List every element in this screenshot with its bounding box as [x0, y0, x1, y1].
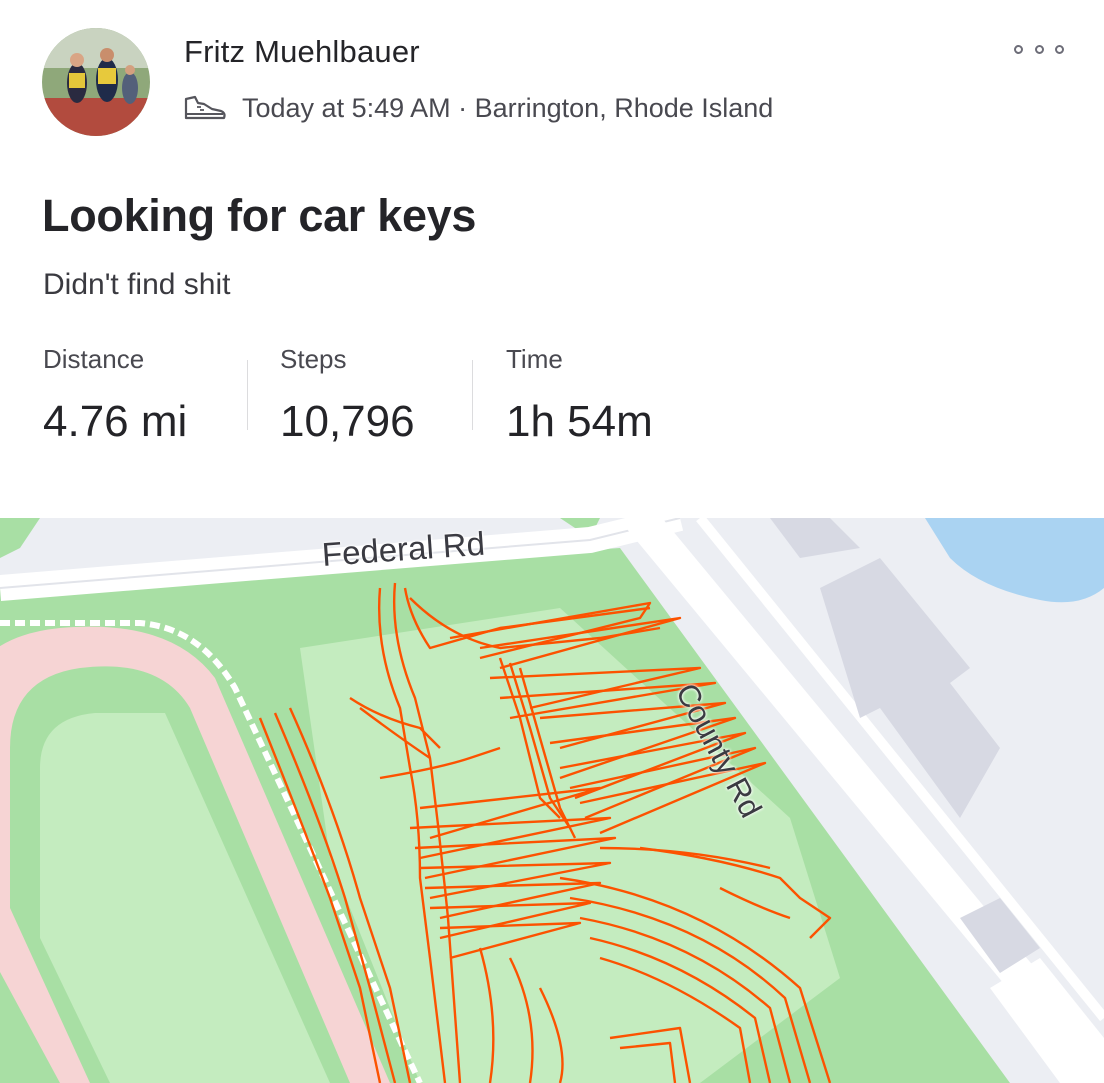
more-dot — [1014, 44, 1023, 54]
activity-map[interactable] — [0, 518, 1104, 1083]
stat-label: Steps — [280, 344, 347, 374]
stat-divider — [472, 360, 473, 430]
more-dot — [1055, 44, 1064, 54]
athlete-name[interactable]: Fritz Muehlbauer — [184, 34, 420, 70]
stat-divider — [247, 360, 248, 430]
more-dot — [1034, 44, 1044, 54]
activity-time-location: Today at 5:49 AM · Barrington, Rhode Isl… — [242, 92, 774, 123]
avatar[interactable] — [42, 28, 150, 136]
stat-label: Time — [506, 344, 563, 374]
more-options-icon[interactable] — [1014, 38, 1064, 60]
activity-description: Didn't find shit — [43, 268, 231, 301]
stat-time: Time 1h 54m — [506, 344, 653, 447]
stat-value: 1h 54m — [506, 397, 653, 446]
stat-value: 10,796 — [280, 397, 415, 446]
shoe-icon — [182, 93, 228, 123]
activity-title[interactable]: Looking for car keys — [42, 190, 476, 242]
stat-label: Distance — [43, 344, 145, 374]
stat-distance: Distance 4.76 mi — [43, 344, 187, 447]
post-header: Fritz Muehlbauer Today at 5:49 AM · Barr… — [0, 0, 1104, 160]
stat-steps: Steps 10,796 — [280, 344, 415, 447]
stat-value: 4.76 mi — [43, 397, 188, 446]
activity-meta: Today at 5:49 AM · Barrington, Rhode Isl… — [182, 88, 773, 128]
